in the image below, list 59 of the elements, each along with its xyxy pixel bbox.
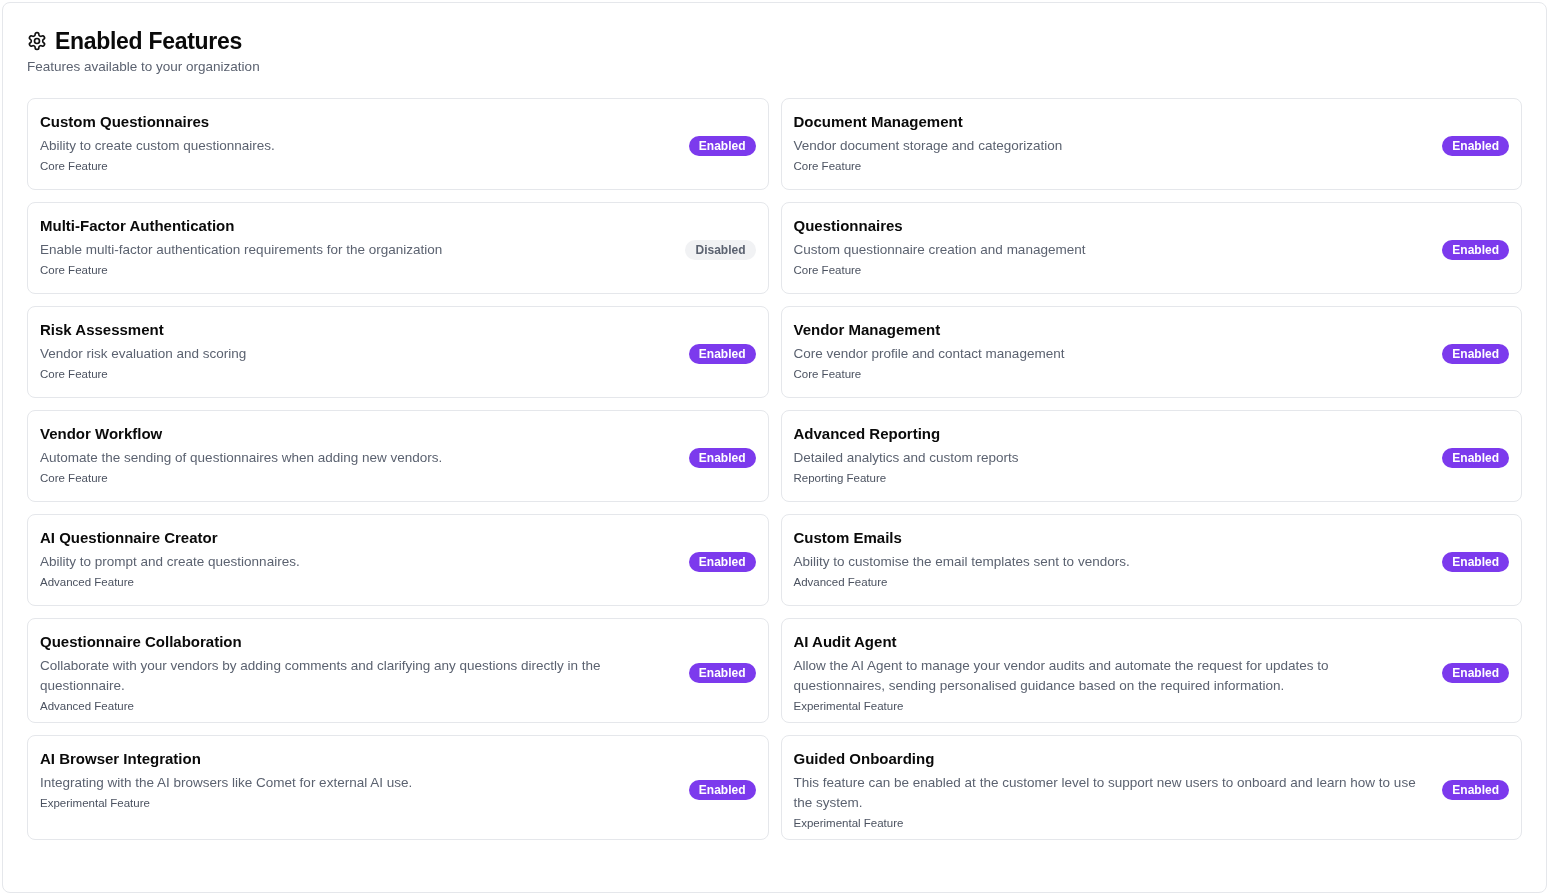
feature-category: Advanced Feature bbox=[793, 576, 889, 588]
feature-category: Core Feature bbox=[40, 264, 109, 276]
feature-description: Core vendor profile and contact management bbox=[793, 345, 1066, 363]
feature-name: Vendor Workflow bbox=[40, 425, 164, 442]
status-badge: Enabled bbox=[1442, 136, 1509, 156]
feature-category: Core Feature bbox=[793, 368, 863, 380]
feature-description: Ability to prompt and create questionnaires. bbox=[40, 553, 301, 571]
feature-name: AI Audit Agent bbox=[793, 633, 898, 650]
feature-name: AI Browser Integration bbox=[40, 750, 202, 767]
status-badge: Enabled bbox=[1442, 344, 1509, 364]
feature-category: Experimental Feature bbox=[40, 797, 151, 809]
status-badge: Enabled bbox=[688, 779, 756, 800]
status-badge: Enabled bbox=[688, 136, 756, 156]
feature-category: Reporting Feature bbox=[793, 472, 888, 484]
feature-name: Custom Questionnaires bbox=[40, 113, 211, 130]
feature-name: Guided Onboarding bbox=[793, 750, 936, 767]
feature-category: Core Feature bbox=[793, 264, 863, 276]
page-title: Enabled Features bbox=[55, 27, 242, 56]
feature-description: This feature can be enabled at the customer level to support new users to onboard and learn how to use the system. bbox=[793, 774, 1417, 812]
feature-name: Document Management bbox=[793, 113, 964, 130]
feature-category: Experimental Feature bbox=[793, 700, 905, 712]
status-badge: Enabled bbox=[688, 552, 756, 572]
status-badge: Enabled bbox=[1442, 448, 1509, 468]
status-badge: Enabled bbox=[688, 448, 756, 468]
feature-name: Questionnaires bbox=[793, 217, 904, 234]
feature-name: Vendor Management bbox=[793, 321, 942, 338]
status-badge: Enabled bbox=[1442, 240, 1509, 260]
feature-category: Core Feature bbox=[793, 160, 863, 172]
feature-name: Custom Emails bbox=[793, 529, 903, 546]
feature-category: Core Feature bbox=[40, 368, 109, 380]
settings-icon bbox=[27, 31, 47, 51]
feature-category: Core Feature bbox=[40, 160, 109, 172]
feature-description: Automate the sending of questionnaires when adding new vendors. bbox=[40, 449, 444, 467]
feature-category: Advanced Feature bbox=[40, 576, 135, 588]
status-badge: Enabled bbox=[1442, 779, 1509, 800]
status-badge: Disabled bbox=[685, 240, 756, 260]
page-subtitle: Features available to your organization bbox=[27, 59, 261, 74]
status-badge: Enabled bbox=[1442, 662, 1509, 683]
feature-description: Ability to customise the email templates sent to vendors. bbox=[793, 553, 1131, 571]
feature-name: Multi-Factor Authentication bbox=[40, 217, 236, 234]
feature-description: Enable multi-factor authentication requirements for the organization bbox=[40, 241, 444, 259]
feature-description: Integrating with the AI browsers like Comet for external AI use. bbox=[40, 774, 414, 792]
feature-category: Core Feature bbox=[40, 472, 109, 484]
feature-name: Advanced Reporting bbox=[793, 425, 942, 442]
feature-description: Collaborate with your vendors by adding comments and clarifying any questions directly in the questionnaire. bbox=[40, 657, 602, 695]
feature-name: Questionnaire Collaboration bbox=[40, 633, 243, 650]
feature-description: Ability to create custom questionnaires. bbox=[40, 137, 276, 155]
feature-description: Custom questionnaire creation and management bbox=[793, 241, 1087, 259]
feature-name: AI Questionnaire Creator bbox=[40, 529, 219, 546]
feature-description: Vendor risk evaluation and scoring bbox=[40, 345, 248, 363]
feature-category: Experimental Feature bbox=[793, 817, 905, 829]
feature-description: Vendor document storage and categorization bbox=[793, 137, 1064, 155]
feature-name: Risk Assessment bbox=[40, 321, 165, 338]
status-badge: Enabled bbox=[1442, 552, 1509, 572]
status-badge: Enabled bbox=[688, 662, 756, 683]
feature-category: Advanced Feature bbox=[40, 700, 135, 712]
feature-description: Detailed analytics and custom reports bbox=[793, 449, 1020, 467]
feature-description: Allow the AI Agent to manage your vendor audits and automate the request for updates to questionnaires, sending personalised guidance based on the required information. bbox=[793, 657, 1330, 695]
status-badge: Enabled bbox=[688, 344, 756, 364]
